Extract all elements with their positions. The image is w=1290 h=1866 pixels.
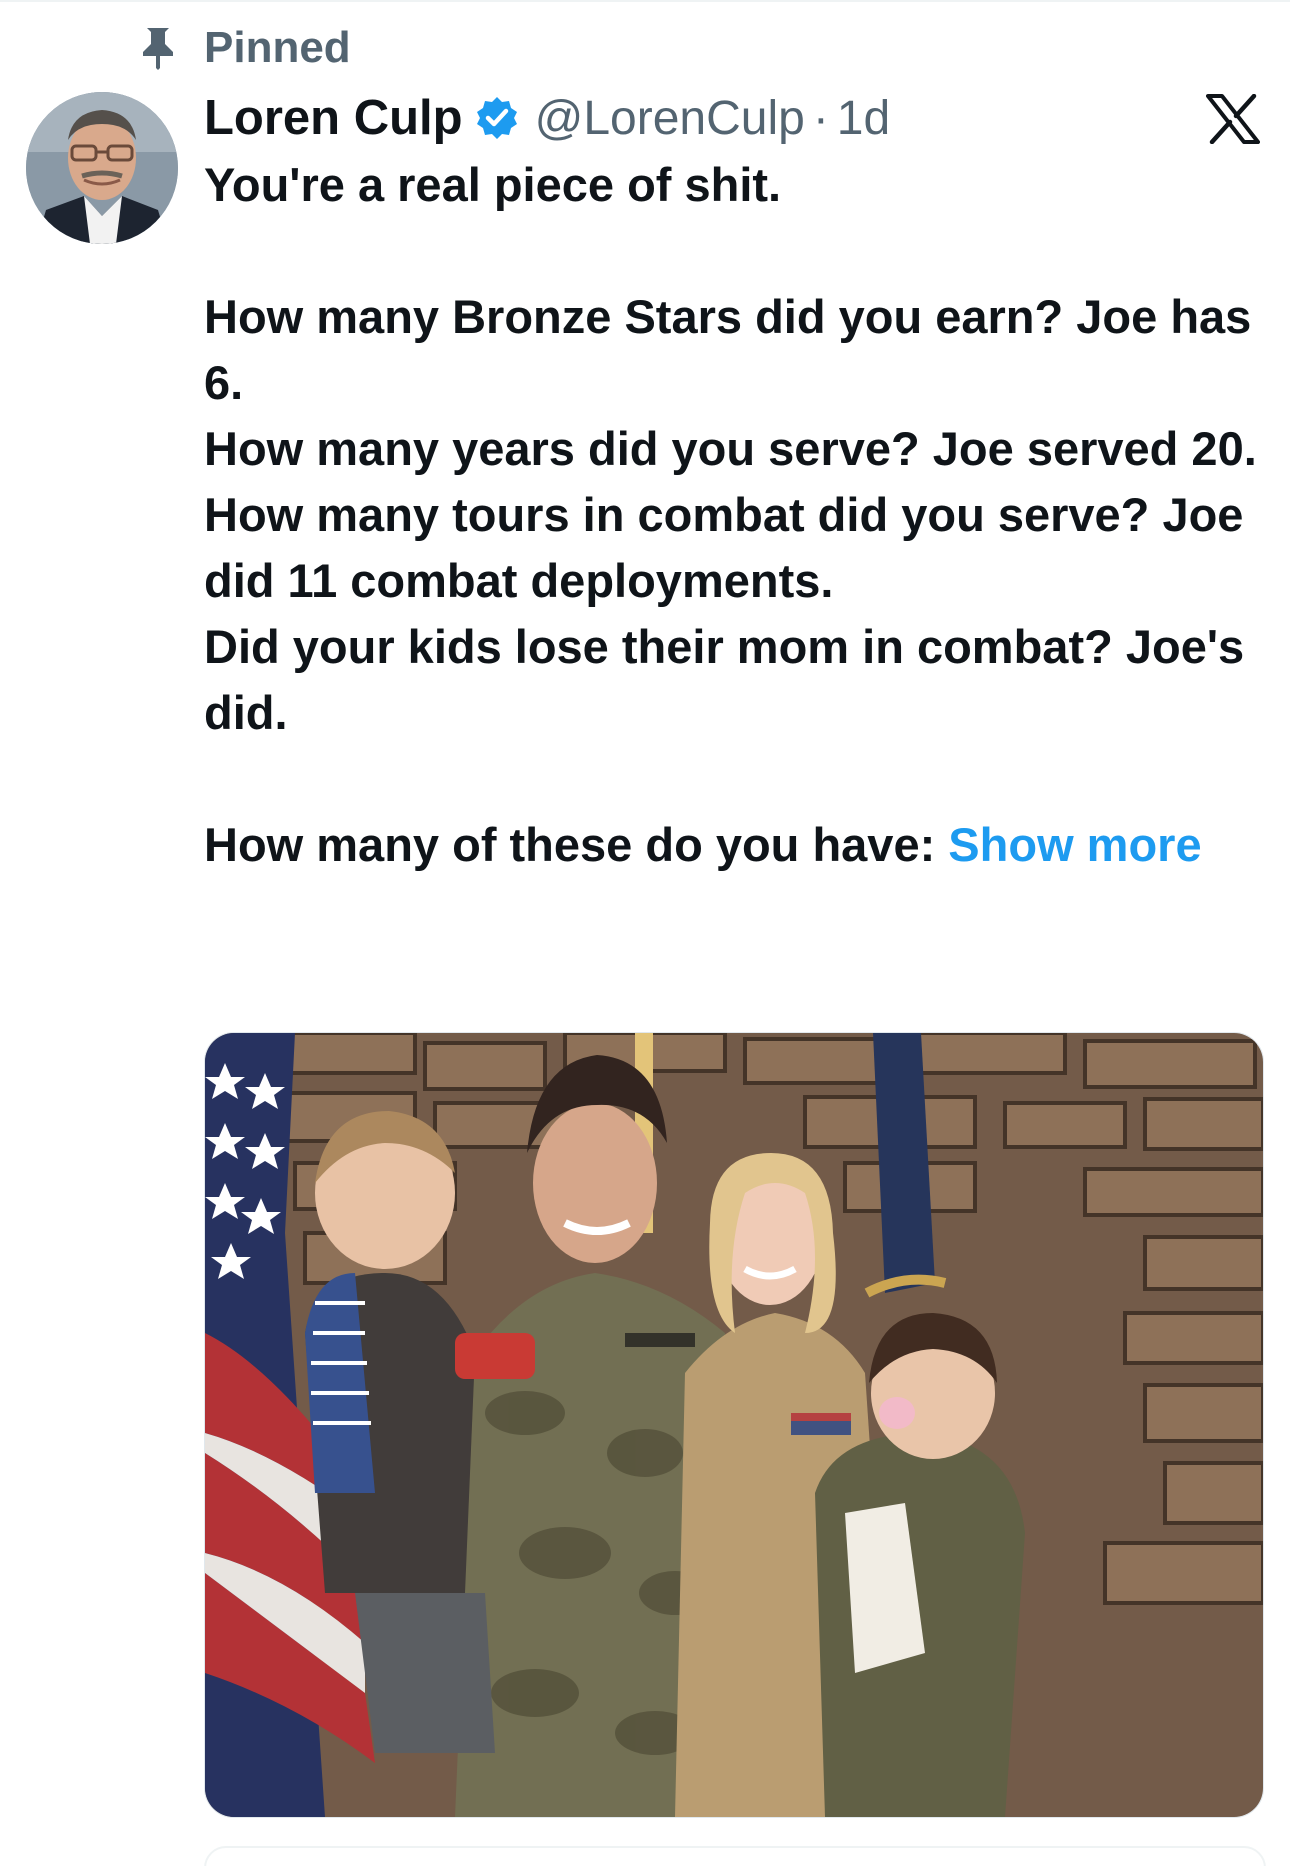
tweet-timestamp[interactable]: 1d [837, 91, 890, 146]
close-x-icon[interactable] [1206, 93, 1260, 145]
author-display-name[interactable]: Loren Culp [204, 90, 463, 146]
tweet-media-photo[interactable] [204, 1032, 1264, 1818]
tweet-line [204, 218, 1264, 284]
author-handle[interactable]: @LorenCulp [535, 91, 805, 146]
tweet-line: How many tours in combat did you serve? … [204, 488, 1244, 607]
next-card-edge [204, 1846, 1266, 1866]
avatar[interactable] [26, 92, 178, 244]
tweet-line [204, 746, 1264, 812]
tweet-line: Did your kids lose their mom in combat? … [204, 620, 1245, 739]
show-more-link[interactable]: Show more [948, 818, 1201, 871]
tweet-line: How many Bronze Stars did you earn? Joe … [204, 290, 1252, 409]
tweet-line: You're a real piece of shit. [204, 158, 782, 211]
pinned-label: Pinned [204, 23, 351, 72]
tweet-body: You're a real piece of shit. How many Br… [204, 152, 1264, 878]
tweet-line: How many of these do you have: [204, 818, 949, 871]
tweet-line: How many years did you serve? Joe served… [204, 422, 1257, 475]
verified-badge-icon [475, 95, 521, 141]
tweet-header: Loren Culp @LorenCulp · 1d [204, 86, 890, 150]
pin-icon [138, 24, 178, 72]
pinned-indicator: Pinned [138, 22, 351, 74]
top-divider [0, 0, 1290, 2]
tweet-last-line: How many of these do you have: Show more [204, 812, 1264, 878]
separator-dot: · [812, 91, 829, 145]
